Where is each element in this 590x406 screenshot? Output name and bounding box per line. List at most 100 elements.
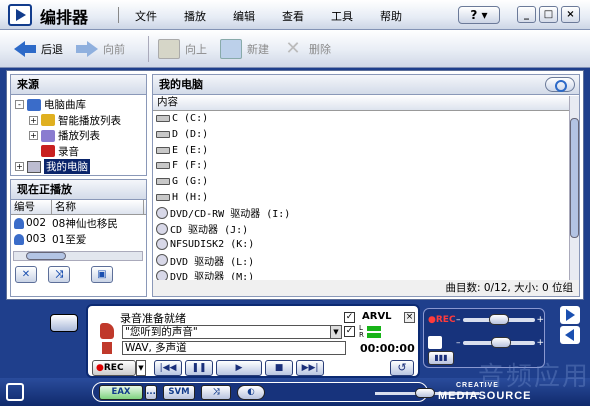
slider-knob[interactable] [415, 388, 435, 398]
drive-label: CD 驱动器 (J:) [170, 225, 249, 237]
equalizer-button[interactable]: ▮▮▮ [428, 351, 454, 365]
column-number[interactable]: 编号 [11, 200, 52, 214]
menu-help[interactable]: 帮助 [380, 8, 402, 24]
find-icon[interactable] [545, 77, 575, 92]
tree-item[interactable]: + 智能播放列表 [15, 113, 146, 129]
tree-item-label: 我的电脑 [44, 159, 90, 175]
track-icon [14, 217, 24, 229]
up-button[interactable]: 向上 [158, 39, 207, 59]
up-label: 向上 [185, 43, 207, 56]
library-view-button[interactable] [50, 314, 78, 332]
svm-button[interactable]: SVM [163, 385, 195, 400]
menu-play[interactable]: 播放 [184, 8, 206, 24]
list-item[interactable]: 003 01至爱 [11, 231, 146, 247]
table-row[interactable]: DVD/CD-RW 驱动器 (I:) [153, 205, 579, 221]
recording-source-select[interactable]: "您听到的声音" [122, 325, 342, 339]
track-number-text: 002 [26, 217, 47, 229]
tree-item-label: 播放列表 [58, 130, 100, 143]
speaker-icon[interactable] [428, 336, 442, 349]
slider-knob[interactable] [488, 314, 509, 325]
pause-button[interactable]: ❚❚ [185, 360, 213, 376]
tree-expander-icon[interactable]: + [29, 115, 38, 125]
maximize-button[interactable]: □ [539, 6, 558, 23]
table-row[interactable]: DVD 驱动器 (L:) [153, 252, 579, 268]
eax-options-button[interactable]: ... [145, 385, 157, 400]
menu-tools[interactable]: 工具 [331, 8, 353, 24]
minus-icon: – [456, 337, 461, 348]
track-name: 01至爱 [52, 233, 87, 246]
delete-button[interactable]: ✕ 删除 [282, 39, 331, 59]
recorder-panel: 录音准备就绪 "您听到的声音" ▼ WAV, 多声道 ✓ ARVL × ✓ LR… [86, 304, 420, 378]
record-options-dropdown[interactable]: ▼ [136, 360, 146, 376]
play-button[interactable]: ▶ [216, 360, 262, 376]
column-content[interactable]: 内容 [153, 95, 569, 111]
forward-button[interactable]: 向前 [76, 39, 125, 59]
previous-track-button[interactable]: |◀◀ [154, 360, 182, 376]
cd-drive-icon [156, 222, 168, 235]
drive-label: E (E:) [172, 144, 209, 156]
table-row[interactable]: CD 驱动器 (J:) [153, 221, 579, 237]
column-name[interactable]: 名称 [52, 200, 144, 214]
menu-edit[interactable]: 编辑 [233, 8, 255, 24]
table-row[interactable]: D (D:) [153, 127, 579, 143]
list-item[interactable]: 002 08神仙也移民 [11, 215, 146, 231]
table-row[interactable]: C (C:) [153, 111, 579, 127]
eax-button[interactable]: EAX [99, 385, 143, 400]
menu-view[interactable]: 查看 [282, 8, 304, 24]
tree-item-label: 电脑曲库 [44, 99, 86, 112]
transport-controls: ●REC ▼ |◀◀ ❚❚ ▶ ■ ▶▶| [92, 360, 327, 376]
help-dropdown-button[interactable]: ? ▾ [458, 6, 500, 24]
now-playing-panel: 现在正播放 编号 名称 002 08神仙也移民 003 01至爱 ✕ ⤨ ▣ [10, 179, 147, 297]
crossfade-button[interactable]: ⤨ [201, 385, 231, 400]
repeat-icon[interactable]: ↺ [390, 360, 414, 376]
table-row[interactable]: G (G:) [153, 174, 579, 190]
record-button[interactable]: ●REC [92, 360, 136, 376]
back-button[interactable]: 后退 [14, 39, 63, 59]
cd-drive-icon [156, 254, 168, 267]
tree-item[interactable]: 录音 [15, 144, 146, 160]
save-playlist-button[interactable]: ▣ [91, 266, 113, 283]
source-dropdown-button[interactable]: ▼ [330, 325, 342, 339]
track-name: 08神仙也移民 [52, 217, 118, 230]
volume-slider[interactable] [462, 336, 535, 348]
menu-bar: 文件 播放 编辑 查看 工具 帮助 [118, 7, 429, 24]
meter-checkbox[interactable]: ✓ [344, 326, 355, 337]
recording-format-field[interactable]: WAV, 多声道 [122, 341, 346, 355]
scroll-thumb[interactable] [570, 118, 579, 238]
panel-nav [556, 302, 586, 346]
level-meter-left [367, 326, 381, 331]
drive-list-vscrollbar[interactable] [569, 96, 579, 281]
table-row[interactable]: F (F:) [153, 158, 579, 174]
now-playing-hscrollbar[interactable] [13, 251, 143, 261]
balance-button[interactable]: ◐ [237, 385, 265, 400]
table-row[interactable]: H (H:) [153, 189, 579, 205]
tree-expander-icon[interactable]: - [15, 100, 24, 110]
remove-track-button[interactable]: ✕ [15, 266, 37, 283]
next-panel-arrow-icon[interactable] [560, 306, 580, 324]
recorder-close-button[interactable]: × [404, 312, 415, 323]
menu-file[interactable]: 文件 [135, 8, 157, 24]
scroll-thumb[interactable] [26, 252, 66, 260]
shuffle-button[interactable]: ⤨ [48, 266, 70, 283]
prev-panel-arrow-icon[interactable] [560, 326, 580, 344]
minus-icon: – [456, 315, 461, 325]
minimize-button[interactable]: _ [517, 6, 536, 23]
tree-item[interactable]: + 播放列表 [15, 128, 146, 144]
tree-item[interactable]: - 电脑曲库 [15, 97, 146, 113]
tree-item[interactable]: + 我的电脑 [15, 159, 146, 175]
slider-knob[interactable] [491, 336, 512, 348]
close-button[interactable]: × [561, 6, 580, 23]
tree-expander-icon[interactable]: + [29, 131, 38, 141]
source-panel: 来源 - 电脑曲库 + 智能播放列表 + 播放列表 录音 + 我的电脑 [10, 74, 147, 176]
playlist-icon [41, 129, 55, 142]
track-number-text: 003 [26, 233, 47, 245]
arvl-checkbox[interactable]: ✓ [344, 312, 355, 323]
stop-button[interactable]: ■ [265, 360, 293, 376]
tree-expander-icon[interactable]: + [15, 162, 24, 172]
record-level-slider[interactable] [462, 314, 535, 325]
new-button[interactable]: 新建 [220, 39, 269, 59]
now-playing-buttons: ✕ ⤨ ▣ [15, 266, 124, 283]
table-row[interactable]: E (E:) [153, 142, 579, 158]
table-row[interactable]: NFSUDISK2 (K:) [153, 237, 579, 253]
next-track-button[interactable]: ▶▶| [296, 360, 324, 376]
